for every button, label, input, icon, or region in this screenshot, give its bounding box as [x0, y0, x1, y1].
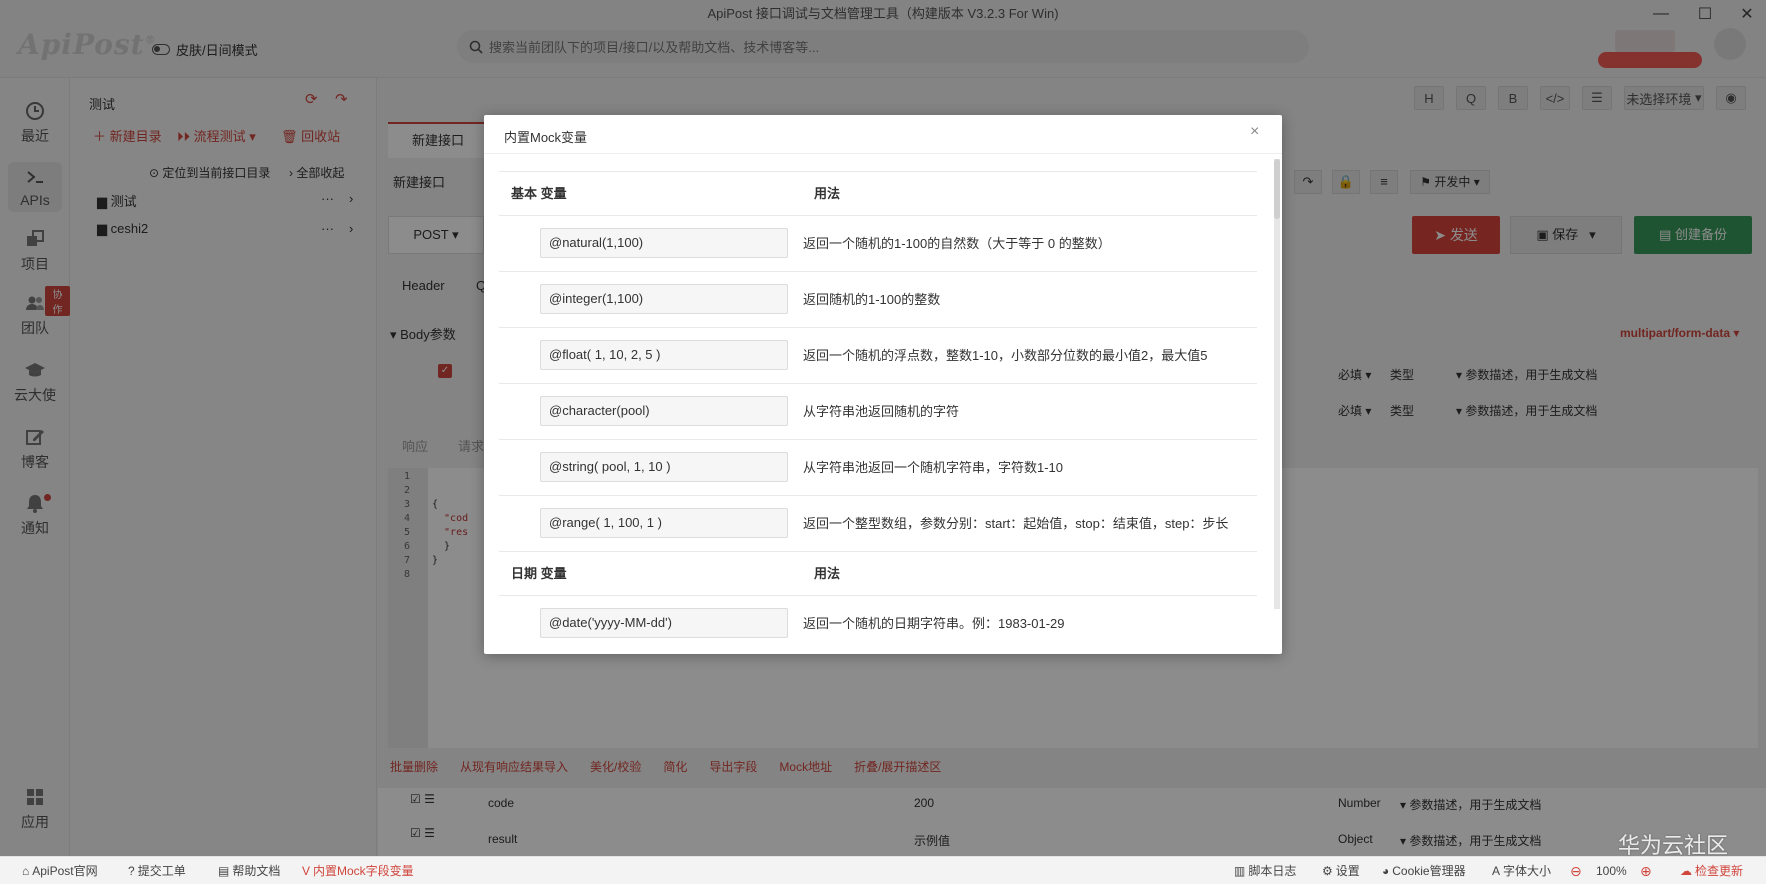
- dialog-close-button[interactable]: ×: [1250, 123, 1259, 141]
- mock-code[interactable]: @string( pool, 1, 10 ): [540, 452, 788, 482]
- scrollbar-thumb[interactable]: [1274, 159, 1280, 219]
- dialog-header: 内置Mock变量 ×: [484, 115, 1282, 154]
- cloud-icon: ☁: [1680, 864, 1692, 878]
- cookie-manager-button[interactable]: ◕ Cookie管理器: [1382, 857, 1466, 884]
- gear-icon: ⚙: [1322, 864, 1333, 878]
- watermark: 华为云社区: [1618, 833, 1729, 858]
- mock-variable-row: @character(pool) 从字符串池返回随机的字符: [499, 384, 1257, 440]
- log-icon: ▥: [1234, 864, 1246, 878]
- mock-variable-row: @date('yyyy-MM-dd') 返回一个随机的日期字符串。例：1983-0…: [499, 596, 1257, 652]
- mock-code[interactable]: @float( 1, 10, 2, 5 ): [540, 340, 788, 370]
- mock-variable-row: @range( 1, 100, 1 ) 返回一个整型数组，参数分别：start：起…: [499, 496, 1257, 552]
- check-update-button[interactable]: ☁ 检查更新: [1680, 857, 1743, 884]
- section-title: 基本 变量: [511, 186, 567, 201]
- mock-desc: 从字符串池返回一个随机字符串，字符数1-10: [803, 460, 1064, 475]
- mock-variable-row: @float( 1, 10, 2, 5 ) 返回一个随机的浮点数，整数1-10，小…: [499, 328, 1257, 384]
- mock-variable-row: @string( pool, 1, 10 ) 从字符串池返回一个随机字符串，字符数…: [499, 440, 1257, 496]
- v-icon: V: [302, 864, 311, 878]
- home-icon: ⌂: [22, 864, 30, 878]
- scrollbar-track[interactable]: [1274, 159, 1280, 609]
- script-log-button[interactable]: ▥ 脚本日志: [1234, 857, 1296, 884]
- help-docs-link[interactable]: ▤ 帮助文档: [218, 857, 280, 884]
- mock-code[interactable]: @character(pool): [540, 396, 788, 426]
- mock-code[interactable]: @integer(1,100): [540, 284, 788, 314]
- mock-desc: 返回一个随机的日期字符串。例：1983-01-29: [803, 616, 1065, 631]
- zoom-in-button[interactable]: ⊕: [1640, 857, 1652, 884]
- zoom-level: 100%: [1596, 864, 1627, 878]
- mock-code[interactable]: @range( 1, 100, 1 ): [540, 508, 788, 538]
- usage-header: 用法: [814, 566, 841, 581]
- mock-variables-dialog: 内置Mock变量 × 基本 变量 用法 @natural(1,100) 返回一个随…: [484, 115, 1282, 654]
- settings-button[interactable]: ⚙ 设置: [1322, 857, 1360, 884]
- mock-code[interactable]: @natural(1,100): [540, 228, 788, 258]
- section-header-date: 日期 变量 用法: [499, 552, 1257, 596]
- official-site-link[interactable]: ⌂ ApiPost官网: [22, 857, 98, 884]
- dialog-title: 内置Mock变量: [504, 130, 588, 145]
- section-title: 日期 变量: [511, 566, 567, 581]
- mock-variable-row: @natural(1,100) 返回一个随机的1-100的自然数（大于等于 0 的…: [499, 216, 1257, 272]
- book-icon: ▤: [218, 864, 230, 878]
- mock-variables-link[interactable]: V 内置Mock字段变量: [302, 857, 414, 884]
- submit-ticket-link[interactable]: ? 提交工单: [128, 857, 186, 884]
- mock-code[interactable]: @date('yyyy-MM-dd'): [540, 608, 788, 638]
- font-icon: A: [1492, 864, 1501, 878]
- mock-desc: 从字符串池返回随机的字符: [803, 404, 960, 419]
- font-size-label: A 字体大小: [1492, 857, 1551, 884]
- mock-desc: 返回一个随机的浮点数，整数1-10，小数部分位数的最小值2，最大值5: [803, 348, 1208, 363]
- status-bar: ⌂ ApiPost官网 ? 提交工单 ▤ 帮助文档 V 内置Mock字段变量 ▥ 脚本日志…: [0, 856, 1766, 884]
- cookie-icon: ◕: [1382, 864, 1390, 878]
- mock-desc: 返回一个随机的1-100的自然数（大于等于 0 的整数）: [803, 236, 1111, 251]
- zoom-out-button[interactable]: ⊖: [1570, 857, 1582, 884]
- mock-desc: 返回随机的1-100的整数: [803, 292, 941, 307]
- usage-header: 用法: [814, 186, 841, 201]
- mock-desc: 返回一个整型数组，参数分别：start：起始值，stop：结束值，step：步长: [803, 516, 1229, 531]
- mock-variable-row: @integer(1,100) 返回随机的1-100的整数: [499, 272, 1257, 328]
- section-header-basic: 基本 变量 用法: [499, 172, 1257, 216]
- question-icon: ?: [128, 864, 135, 878]
